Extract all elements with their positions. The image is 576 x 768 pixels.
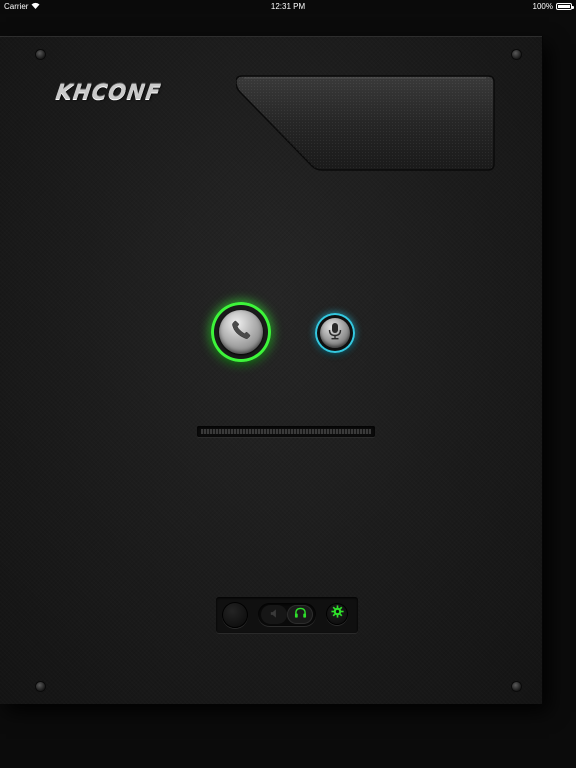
- audio-route-toggle[interactable]: [258, 603, 316, 626]
- battery-icon: [556, 3, 574, 10]
- status-right: 100%: [532, 2, 574, 11]
- headset-option[interactable]: [287, 605, 313, 624]
- microphone-button[interactable]: [315, 313, 355, 353]
- screw-bottom-right: [512, 682, 521, 691]
- settings-button[interactable]: [326, 603, 348, 625]
- microphone-button-face: [320, 318, 350, 348]
- screw-top-right: [512, 50, 521, 59]
- screw-bottom-left: [36, 682, 45, 691]
- speaker-option[interactable]: [261, 605, 287, 624]
- call-button[interactable]: [211, 302, 271, 362]
- headset-icon: [294, 606, 307, 624]
- hold-button[interactable]: [222, 602, 248, 628]
- battery-percent: 100%: [532, 2, 553, 11]
- status-bar: Carrier 12:31 PM 100%: [0, 0, 576, 14]
- display-screen-shape: [235, 75, 495, 171]
- status-time: 12:31 PM: [270, 2, 306, 11]
- audio-level-meter: [197, 426, 375, 437]
- bottom-control-bar: [216, 597, 358, 633]
- battery-fill: [558, 5, 570, 8]
- call-button-face: [219, 310, 263, 354]
- speaker-icon: [269, 606, 280, 624]
- app-logo: KHCONF: [54, 80, 163, 104]
- microphone-icon: [327, 322, 343, 345]
- phone-icon: [230, 319, 252, 346]
- display-screen: [235, 74, 496, 174]
- screw-top-left: [36, 50, 45, 59]
- audio-level-meter-bars: [201, 429, 371, 434]
- gear-icon: [330, 605, 344, 623]
